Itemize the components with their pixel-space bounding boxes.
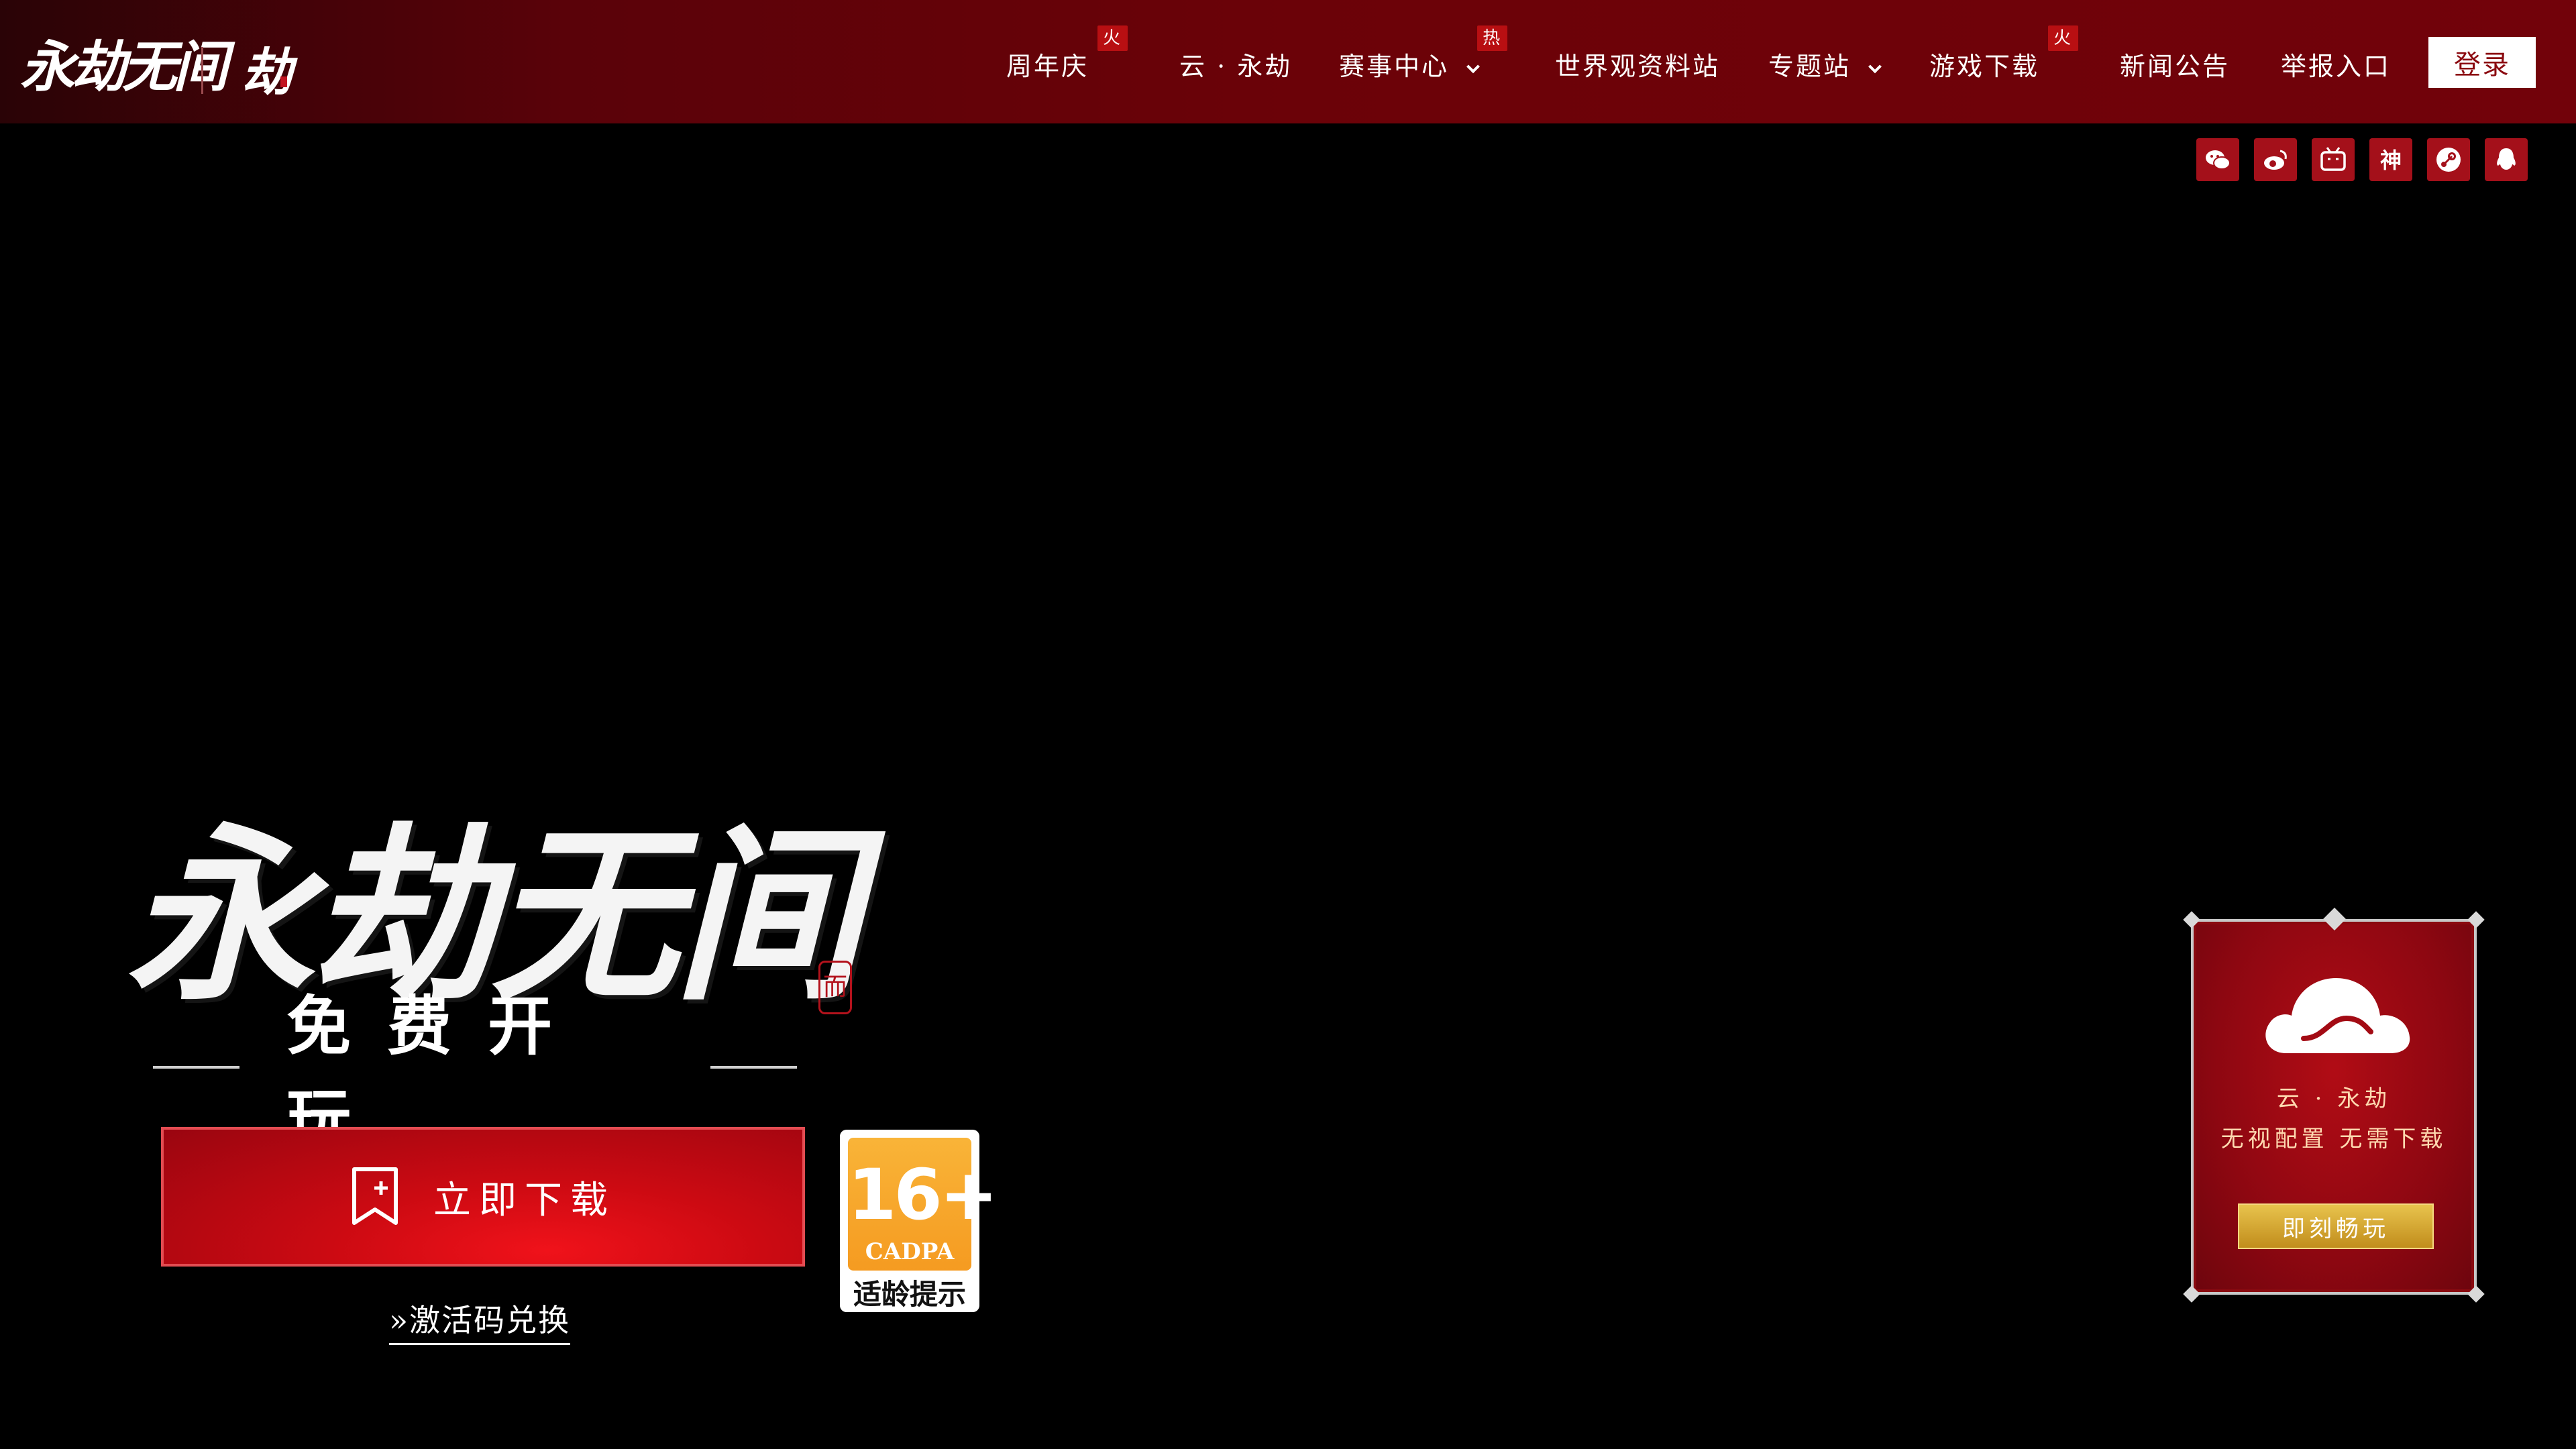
cloud-icon [2265, 978, 2410, 1053]
nav-item-label: 赛事中心 [1339, 52, 1450, 81]
download-button[interactable]: 立即下载 [161, 1127, 805, 1267]
activation-code-link[interactable]: »激活码兑换 [389, 1296, 571, 1345]
seal-stamp: 而 [818, 961, 852, 1014]
svg-text:劫: 劫 [241, 42, 298, 102]
wechat-icon[interactable] [2196, 138, 2239, 181]
svg-text:神: 神 [2380, 148, 2402, 173]
rating-org: CADPA [865, 1238, 955, 1265]
top-nav: 永劫无间 劫 周年庆 火 云 · 永劫 赛事中心 热 世界观资料站 专题站 游戏… [0, 0, 2576, 123]
nav-item-label: 专题站 [1768, 52, 1851, 81]
cloud-play-card[interactable]: 云 · 永劫 无视配置 无需下载 即刻畅玩 [2183, 908, 2485, 1303]
bilibili-icon[interactable] [2312, 138, 2355, 181]
age-rating-badge[interactable]: 16+ CADPA 适龄提示 [840, 1130, 998, 1312]
age-rating: 16+ [848, 1154, 998, 1236]
nav-item-download[interactable]: 游戏下载 火 [1929, 25, 2079, 83]
cloud-title: 云 · 永劫 [2276, 1085, 2392, 1112]
download-label: 立即下载 [433, 1178, 616, 1222]
card-ornament [2323, 908, 2346, 930]
chevron-down-icon [1868, 60, 1882, 74]
double-chevron-icon: » [389, 1302, 410, 1338]
nav-item-label: 新闻公告 [2120, 52, 2231, 81]
hot-badge: 火 [1097, 25, 1128, 51]
card-corner [2467, 911, 2485, 928]
nav-item-news[interactable]: 新闻公告 [2120, 46, 2230, 83]
nav-item-label: 周年庆 [1006, 52, 1089, 81]
hero-subtitle: 免费开玩 [153, 989, 797, 1157]
card-corner [2467, 1285, 2485, 1303]
activate-label: 激活码兑换 [409, 1302, 571, 1338]
nav-item-label: 游戏下载 [1929, 52, 2040, 81]
qq-icon[interactable] [2485, 138, 2528, 181]
nav-item-lore[interactable]: 世界观资料站 [1555, 46, 1720, 83]
hot-badge: 火 [2048, 25, 2079, 51]
nav-item-anniversary[interactable]: 周年庆 火 [1006, 25, 1128, 83]
age-note: 适龄提示 [853, 1278, 966, 1311]
bookmark-plus-icon [352, 1167, 398, 1225]
steam-icon[interactable] [2427, 138, 2470, 181]
card-corner [2183, 911, 2200, 928]
shen-icon[interactable]: 神 [2369, 138, 2412, 181]
login-button[interactable]: 登录 [2428, 37, 2536, 88]
hot-badge: 热 [1477, 25, 1508, 51]
divider [710, 1066, 797, 1069]
social-links: 神 [2196, 138, 2528, 181]
nav-item-label: 世界观资料站 [1555, 52, 1721, 81]
age-rating-panel: 16+ CADPA [848, 1138, 998, 1271]
nav-item-report[interactable]: 举报入口 [2281, 46, 2391, 83]
hero-logo: 永劫无间 而 免费开玩 [126, 789, 864, 1157]
nav-item-esports[interactable]: 赛事中心 热 [1339, 25, 1508, 83]
nav-item-cloud[interactable]: 云 · 永劫 [1179, 46, 1292, 83]
play-now-button[interactable]: 即刻畅玩 [2238, 1203, 2434, 1249]
divider [153, 1066, 240, 1069]
nav-item-label: 举报入口 [2281, 52, 2392, 81]
nav-item-topics[interactable]: 专题站 [1768, 46, 1882, 83]
chevron-down-icon [1466, 60, 1481, 74]
cloud-desc: 无视配置 无需下载 [2220, 1126, 2447, 1152]
nav-item-label: 云 · 永劫 [1179, 52, 1293, 81]
weibo-icon[interactable] [2254, 138, 2297, 181]
site-logo[interactable]: 永劫无间 劫 [20, 30, 302, 110]
card-corner [2183, 1285, 2200, 1303]
